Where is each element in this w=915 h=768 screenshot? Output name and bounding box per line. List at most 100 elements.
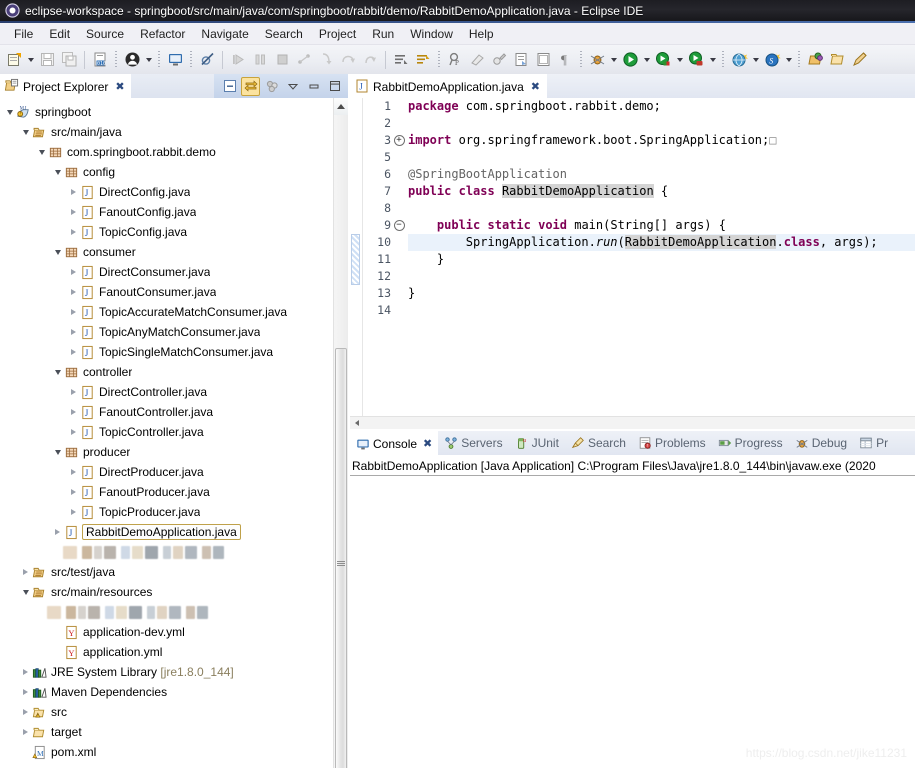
menu-navigate[interactable]: Navigate	[193, 25, 256, 43]
spring-icon[interactable]: S	[761, 48, 783, 72]
menu-source[interactable]: Source	[78, 25, 132, 43]
close-icon[interactable]: ✖	[423, 438, 432, 450]
tree-row[interactable]: producer	[0, 442, 334, 462]
chevron-down-icon[interactable]	[283, 77, 302, 96]
twisty-collapsed-icon[interactable]	[20, 722, 31, 742]
pilcrow-icon[interactable]: ¶	[554, 48, 576, 72]
code-line[interactable]	[408, 149, 915, 166]
console-tab-debug[interactable]: Debug	[789, 431, 853, 455]
run-dropdown[interactable]	[641, 48, 652, 72]
debug-dropdown[interactable]	[608, 48, 619, 72]
twisty-collapsed-icon[interactable]	[68, 202, 79, 222]
tree-row[interactable]: com.springboot.rabbit.demo	[0, 142, 334, 162]
tree-row[interactable]: J TopicAnyMatchConsumer.java	[0, 322, 334, 342]
pencil-icon[interactable]	[848, 48, 870, 72]
menu-file[interactable]: File	[6, 25, 41, 43]
twisty-expanded-icon[interactable]	[20, 122, 31, 142]
tree-row[interactable]: J DirectConsumer.java	[0, 262, 334, 282]
menu-run[interactable]: Run	[364, 25, 402, 43]
save-all-icon[interactable]	[58, 48, 80, 72]
code-line[interactable]: }	[408, 285, 915, 302]
code-line[interactable]	[408, 115, 915, 132]
tree-row[interactable]: J TopicController.java	[0, 422, 334, 442]
tree-row[interactable]: J TopicProducer.java	[0, 502, 334, 522]
tree-row[interactable]: Yapplication-dev.yml	[0, 622, 334, 642]
menu-search[interactable]: Search	[257, 25, 311, 43]
console-icon[interactable]	[164, 48, 186, 72]
twisty-collapsed-icon[interactable]	[20, 682, 31, 702]
console-tab-progress[interactable]: Progress	[712, 431, 789, 455]
next-annotation-icon[interactable]	[390, 48, 412, 72]
twisty-expanded-icon[interactable]	[20, 582, 31, 602]
twisty-collapsed-icon[interactable]	[20, 562, 31, 582]
console-tab-junit[interactable]: u JUnit	[509, 431, 565, 455]
console-tab-search[interactable]: Search	[565, 431, 632, 455]
menu-window[interactable]: Window	[402, 25, 461, 43]
tree-row[interactable]: Yapplication.yml	[0, 642, 334, 662]
twisty-expanded-icon[interactable]	[52, 442, 63, 462]
new-wizard-icon[interactable]	[3, 48, 25, 72]
coverage-dropdown[interactable]	[674, 48, 685, 72]
tree-row[interactable]: J DirectConfig.java	[0, 182, 334, 202]
tree-row[interactable]: src/main/java	[0, 122, 334, 142]
show-whitespace-icon[interactable]	[532, 48, 554, 72]
tree-row[interactable]: src/main/resources	[0, 582, 334, 602]
fold-collapse-icon[interactable]: −	[393, 217, 405, 234]
tree-row[interactable]: J FanoutController.java	[0, 402, 334, 422]
debug-icon[interactable]	[586, 48, 608, 72]
twisty-collapsed-icon[interactable]	[68, 282, 79, 302]
code-line[interactable]: @SpringBootApplication	[408, 166, 915, 183]
open-task-icon[interactable]	[510, 48, 532, 72]
view-filters-button[interactable]	[262, 77, 281, 96]
spring-dropdown[interactable]	[783, 48, 794, 72]
code-line[interactable]: public static void main(String[] args) {	[408, 217, 915, 234]
console-tab-servers[interactable]: Servers	[438, 431, 508, 455]
collapse-all-button[interactable]	[220, 77, 239, 96]
code-text[interactable]: package com.springboot.rabbit.demo; impo…	[405, 98, 915, 417]
menu-edit[interactable]: Edit	[41, 25, 78, 43]
code-line[interactable]: SpringApplication.run(RabbitDemoApplicat…	[408, 234, 915, 251]
open-perspective-icon[interactable]	[804, 48, 826, 72]
tree-row[interactable]: controller	[0, 362, 334, 382]
explorer-scrollbar[interactable]	[333, 98, 348, 768]
run-icon[interactable]	[619, 48, 641, 72]
code-line[interactable]: }	[408, 251, 915, 268]
tree-row[interactable]: J DirectProducer.java	[0, 462, 334, 482]
tree-row[interactable]: M J! springboot	[0, 102, 334, 122]
twisty-collapsed-icon[interactable]	[68, 262, 79, 282]
code-line[interactable]: package com.springboot.rabbit.demo;	[408, 98, 915, 115]
previous-annotation-icon[interactable]	[412, 48, 434, 72]
tree-row[interactable]: J FanoutConsumer.java	[0, 282, 334, 302]
menu-refactor[interactable]: Refactor	[132, 25, 193, 43]
project-tree[interactable]: M J! springboot src/main/java com.springboot…	[0, 98, 334, 768]
tree-row[interactable]: JRE System Library [jre1.8.0_144]	[0, 662, 334, 682]
open-type-icon[interactable]: P	[444, 48, 466, 72]
twisty-collapsed-icon[interactable]	[68, 302, 79, 322]
console-output[interactable]	[350, 479, 915, 768]
twisty-collapsed-icon[interactable]	[68, 422, 79, 442]
editor-horizontal-scrollbar[interactable]	[350, 416, 915, 429]
twisty-collapsed-icon[interactable]	[68, 322, 79, 342]
browser-dropdown[interactable]	[750, 48, 761, 72]
tab-rabbitdemoapplication-java[interactable]: J RabbitDemoApplication.java ✖	[350, 74, 547, 98]
code-line[interactable]	[408, 268, 915, 285]
twisty-expanded-icon[interactable]	[4, 102, 15, 122]
twisty-collapsed-icon[interactable]	[68, 342, 79, 362]
open-web-browser-icon[interactable]	[728, 48, 750, 72]
folding-gutter[interactable]: + −	[393, 98, 405, 417]
tree-row[interactable]: ! src	[0, 702, 334, 722]
tab-project-explorer[interactable]: Project Explorer ✖	[0, 74, 131, 98]
save-icon[interactable]	[36, 48, 58, 72]
twisty-collapsed-icon[interactable]	[68, 182, 79, 202]
twisty-collapsed-icon[interactable]	[52, 522, 63, 542]
console-tab-console[interactable]: Console ✖	[350, 431, 439, 455]
tree-row[interactable]: Mpom.xml	[0, 742, 334, 762]
skip-breakpoints-icon[interactable]	[196, 48, 218, 72]
run-coverage-icon[interactable]	[652, 48, 674, 72]
twisty-collapsed-icon[interactable]	[68, 462, 79, 482]
tree-row[interactable]: J FanoutConfig.java	[0, 202, 334, 222]
toggle-mark-occurrences-icon[interactable]	[488, 48, 510, 72]
new-wizard-dropdown[interactable]	[25, 48, 36, 72]
menu-help[interactable]: Help	[461, 25, 502, 43]
twisty-collapsed-icon[interactable]	[68, 482, 79, 502]
